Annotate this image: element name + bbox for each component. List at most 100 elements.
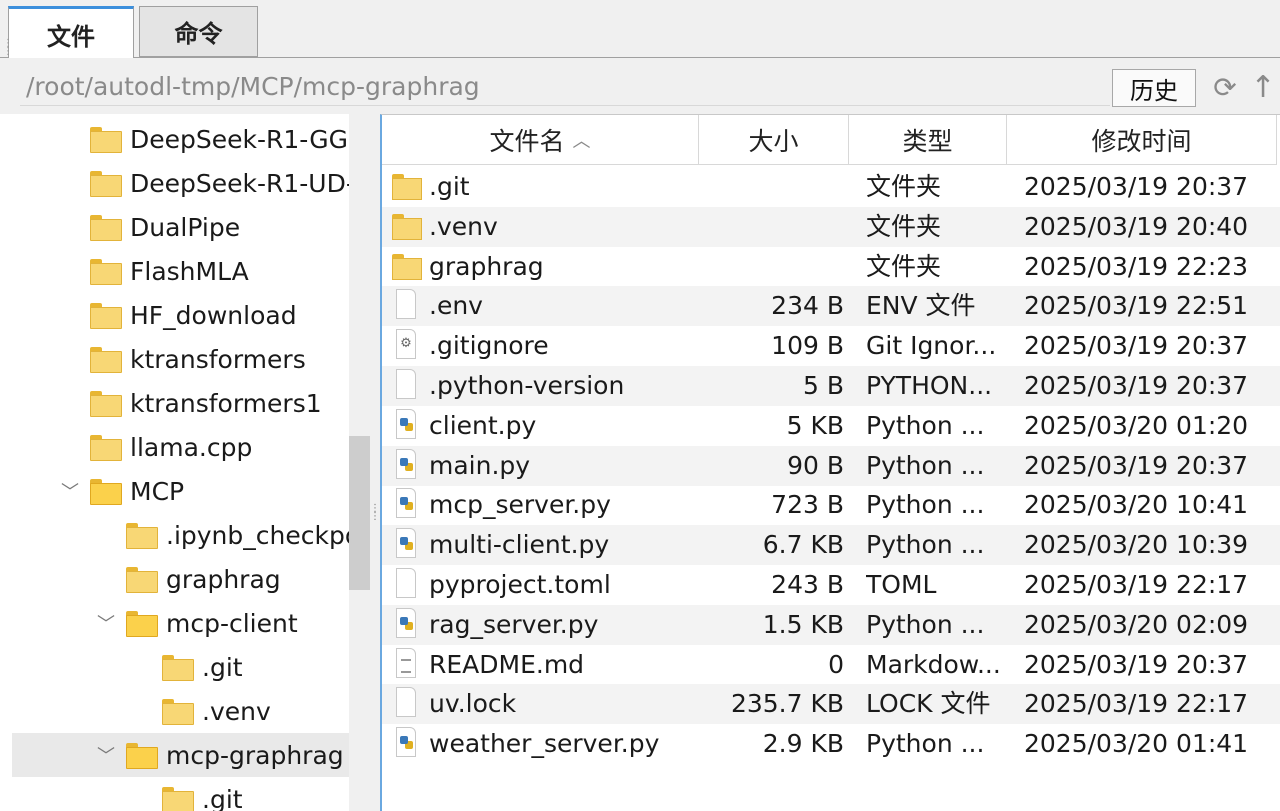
file-name: graphrag: [429, 251, 544, 281]
path-bar: /root/autodl-tmp/MCP/mcp-graphrag 历史 ⟳ ↑: [0, 58, 1280, 114]
tree-item-label: graphrag: [166, 564, 281, 594]
path-input[interactable]: /root/autodl-tmp/MCP/mcp-graphrag: [20, 68, 1110, 106]
file-row[interactable]: weather_server.py 2.9 KB Python ... 2025/03…: [382, 724, 1280, 764]
file-name: weather_server.py: [429, 729, 660, 759]
file-icon: [396, 369, 416, 399]
tree-item[interactable]: DeepSeek-R1-GGU: [0, 117, 349, 161]
tree-item[interactable]: .git: [0, 645, 349, 689]
file-type: Git Ignor...: [866, 331, 997, 361]
file-row[interactable]: .venv 文件夹 2025/03/19 20:40: [382, 206, 1280, 247]
file-modified: 2025/03/20 10:39: [1024, 530, 1249, 560]
file-size: [702, 207, 844, 247]
file-row[interactable]: .git 文件夹 2025/03/19 20:37: [382, 167, 1280, 207]
tree-item[interactable]: FlashMLA: [0, 249, 349, 293]
folder-icon: [162, 787, 194, 811]
file-row[interactable]: ⚙ .gitignore 109 B Git Ignor... 2025/03/19 2…: [382, 326, 1280, 366]
tab-commands[interactable]: 命令: [139, 6, 258, 57]
file-modified: 2025/03/19 22:17: [1024, 570, 1249, 599]
file-size: 234 B: [771, 291, 844, 321]
file-name: .env: [429, 291, 483, 321]
file-row[interactable]: graphrag 文件夹 2025/03/19 22:23: [382, 247, 1280, 287]
tab-files[interactable]: 文件: [8, 6, 134, 59]
folder-icon: [126, 567, 158, 593]
column-header-size[interactable]: 大小: [699, 115, 849, 165]
tree-item-label: llama.cpp: [130, 432, 253, 462]
column-header-type[interactable]: 类型: [849, 115, 1007, 165]
python-file-icon: [396, 448, 416, 479]
tree-item-label: .venv: [202, 696, 271, 726]
tree-item-label: mcp-client: [166, 608, 298, 638]
tree-item-label: .git: [202, 652, 243, 682]
file-modified: 2025/03/20 02:09: [1024, 609, 1249, 639]
folder-icon: [126, 611, 158, 637]
sort-ascending-icon: ︿: [572, 130, 591, 152]
splitter-grip-icon[interactable]: ⋮ ⋮: [370, 504, 380, 533]
chevron-down-icon[interactable]: ﹀: [96, 613, 116, 635]
folder-icon: [90, 435, 122, 461]
folder-icon: [392, 174, 422, 200]
file-icon: [396, 289, 416, 320]
chevron-down-icon[interactable]: ﹀: [60, 481, 80, 503]
tree-item-label: mcp-graphrag: [166, 740, 344, 770]
file-name: client.py: [429, 410, 537, 440]
tree-item[interactable]: ﹀ MCP: [0, 469, 349, 513]
column-header-name[interactable]: 文件名 ︿: [382, 115, 699, 165]
file-name: mcp_server.py: [429, 490, 611, 520]
file-row[interactable]: mcp_server.py 723 B Python ... 2025/03/20 1…: [382, 485, 1280, 525]
file-size: 235.7 KB: [730, 689, 844, 719]
file-size: 109 B: [771, 331, 844, 361]
tree-item-label: .ipynb_checkpo: [166, 520, 349, 550]
column-header-modified[interactable]: 修改时间: [1007, 115, 1277, 165]
file-row[interactable]: main.py 90 B Python ... 2025/03/19 20:37: [382, 445, 1280, 486]
file-name: .git: [429, 172, 470, 201]
tree-item[interactable]: ktransformers1: [0, 381, 349, 425]
folder-icon: [392, 213, 422, 240]
chevron-down-icon[interactable]: ﹀: [96, 745, 116, 767]
tab-bar: 文件 命令: [0, 0, 1280, 59]
tree-item[interactable]: ﹀ mcp-graphrag: [12, 733, 349, 777]
folder-icon: [392, 253, 422, 280]
file-row[interactable]: README.md 0 Markdow... 2025/03/19 20:37: [382, 645, 1280, 685]
file-name: .venv: [429, 211, 498, 241]
folder-icon: [90, 479, 122, 505]
tree-item-label: DualPipe: [130, 212, 241, 242]
file-type: 文件夹: [866, 211, 942, 241]
file-row[interactable]: rag_server.py 1.5 KB Python ... 2025/03/20 …: [382, 604, 1280, 645]
file-row[interactable]: .env 234 B ENV 文件 2025/03/19 22:51: [382, 286, 1280, 327]
file-row[interactable]: multi-client.py 6.7 KB Python ... 2025/03/2…: [382, 525, 1280, 566]
file-icon: [396, 687, 416, 718]
tree-item[interactable]: .ipynb_checkpo: [0, 513, 349, 557]
tree-item-label: ktransformers1: [130, 388, 322, 418]
file-type: Python ...: [866, 410, 985, 440]
tree-scrollbar-thumb[interactable]: [349, 436, 370, 590]
file-type: LOCK 文件: [866, 689, 991, 719]
file-type: ENV 文件: [866, 291, 976, 321]
tree-item[interactable]: ﹀ mcp-client: [0, 601, 349, 645]
tree-item[interactable]: ktransformers: [0, 337, 349, 381]
file-size: 6.7 KB: [762, 530, 844, 560]
file-modified: 2025/03/19 20:37: [1024, 172, 1249, 201]
tree-item[interactable]: DualPipe: [0, 205, 349, 249]
history-button[interactable]: 历史: [1112, 69, 1196, 107]
tree-item[interactable]: graphrag: [0, 557, 349, 601]
file-type: Python ...: [866, 490, 985, 520]
file-row[interactable]: uv.lock 235.7 KB LOCK 文件 2025/03/19 22:17: [382, 684, 1280, 725]
arrow-up-icon[interactable]: ↑: [1248, 70, 1278, 105]
file-modified: 2025/03/20 01:20: [1024, 410, 1249, 440]
file-size: [702, 247, 844, 287]
column-header-name-label: 文件名: [489, 126, 565, 156]
tree-item[interactable]: DeepSeek-R1-UD-: [0, 161, 349, 205]
file-row[interactable]: client.py 5 KB Python ... 2025/03/20 01:20: [382, 406, 1280, 446]
tree-item[interactable]: .venv: [0, 689, 349, 733]
pane-splitter[interactable]: [370, 114, 380, 811]
refresh-icon[interactable]: ⟳: [1210, 70, 1240, 104]
tree-item[interactable]: .git: [0, 777, 349, 811]
file-row[interactable]: .python-version 5 B PYTHON... 2025/03/19 20…: [382, 366, 1280, 406]
file-type: Markdow...: [866, 649, 1001, 679]
tree-item[interactable]: HF_download: [0, 293, 349, 337]
file-row[interactable]: pyproject.toml 243 B TOML 2025/03/19 22:17: [382, 565, 1280, 605]
python-file-icon: [396, 607, 416, 638]
tree-item[interactable]: llama.cpp: [0, 425, 349, 469]
file-type: Python ...: [866, 450, 985, 480]
file-size: 0: [828, 649, 844, 679]
